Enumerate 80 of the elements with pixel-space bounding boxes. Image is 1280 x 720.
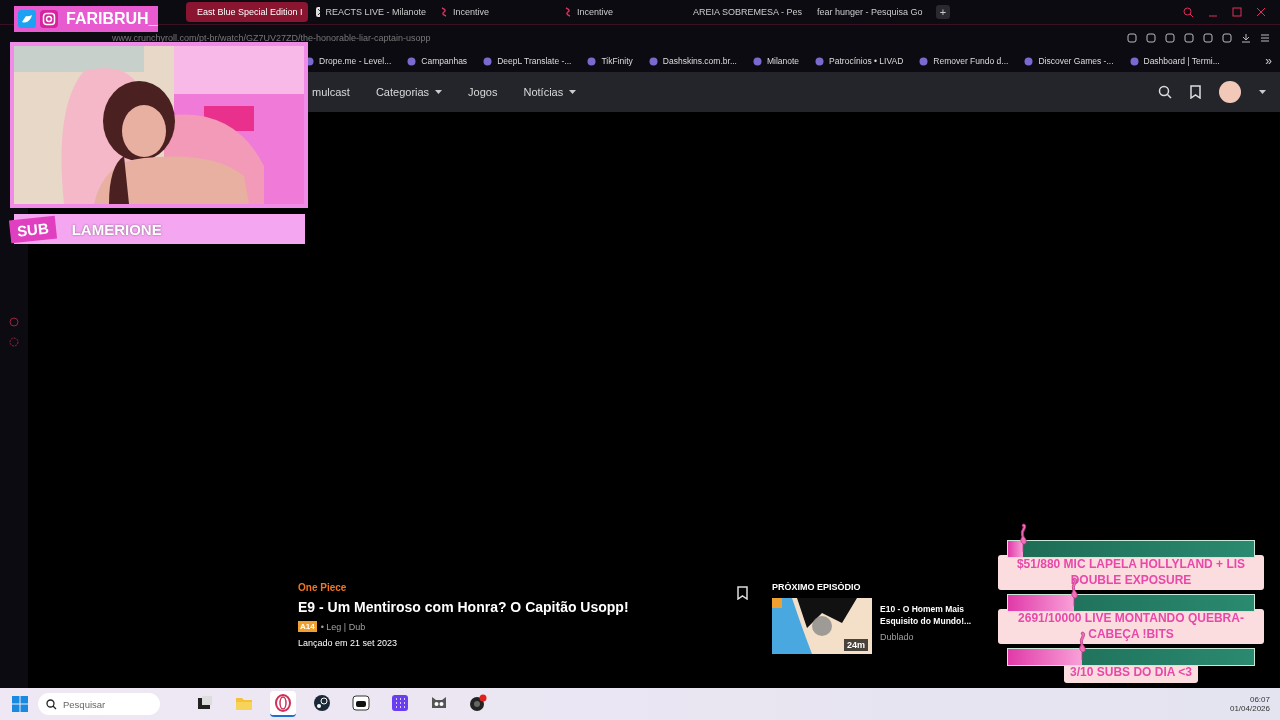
bookmark-icon	[1129, 56, 1139, 66]
bot-icon	[352, 694, 370, 712]
browser-tab[interactable]: REACTS LIVE - Milanote	[310, 2, 432, 22]
toolbar-icon[interactable]	[1184, 32, 1194, 43]
bookmark-link[interactable]: Dashskins.com.br...	[648, 56, 737, 66]
next-episode-heading: PRÓXIMO EPISÓDIO	[772, 582, 862, 592]
caret-icon	[569, 90, 577, 94]
sub-badge: SUB	[8, 215, 57, 243]
audio-info: • Leg | Dub	[320, 621, 366, 632]
search-field[interactable]: Pesquisar	[38, 693, 160, 715]
opera-icon	[274, 694, 292, 712]
twitter-icon	[18, 10, 36, 28]
nav-link[interactable]: mulcast	[312, 86, 350, 98]
toolbar-icon[interactable]	[1127, 32, 1137, 43]
bookmark-link[interactable]: DeepL Translate -...	[483, 56, 572, 66]
toolbar-icon[interactable]	[1203, 32, 1213, 43]
release-date: Lançado em 21 set 2023	[298, 638, 399, 648]
bookmark-icon	[1024, 56, 1034, 66]
browser-tab[interactable]: AREIA SOBREMESA - Pes	[682, 2, 804, 22]
bookmark-link[interactable]: Drope.me - Level...	[305, 56, 392, 66]
duration-label: 24m	[844, 639, 868, 651]
bookmark-link[interactable]: Discover Games -...	[1024, 56, 1114, 66]
subscriber-name: LAMERIONE	[71, 220, 162, 238]
bookmark-link[interactable]: Campanhas	[407, 56, 468, 66]
bookmark-link[interactable]: Milanote	[752, 56, 800, 66]
bookmark-icon	[305, 56, 314, 66]
rating-badge: A14	[298, 621, 317, 632]
episode-thumbnail[interactable]: 24m	[772, 598, 872, 654]
nav-link[interactable]: Notícias	[523, 86, 577, 98]
social-handle: FARIBRUH_	[66, 10, 158, 28]
start-icon[interactable]	[12, 696, 28, 712]
browser-tab[interactable]: East Blue Special Edition I	[186, 2, 308, 22]
instagram-icon	[40, 10, 58, 28]
series-link[interactable]: One Piece	[298, 582, 748, 593]
toolbar-icon[interactable]	[1146, 32, 1156, 43]
toolbar-icon[interactable]	[1165, 32, 1175, 43]
tab-favicon-icon	[440, 7, 448, 17]
bookmark-link[interactable]: Patrocínios • LIVAD	[815, 56, 904, 66]
avatar[interactable]	[1219, 81, 1241, 103]
task-view-icon	[196, 694, 214, 712]
menu-icon[interactable]	[1260, 32, 1270, 43]
tab-favicon-icon	[316, 7, 321, 17]
browser-tab[interactable]: Incentive	[558, 2, 680, 22]
bookmark-icon	[587, 56, 597, 66]
clock-time: 06:07	[1249, 695, 1270, 704]
download-icon[interactable]	[1241, 32, 1251, 43]
close-icon[interactable]	[1256, 6, 1266, 17]
search-icon[interactable]	[1158, 85, 1172, 99]
caret-icon	[435, 90, 443, 94]
caret-icon[interactable]	[1259, 90, 1266, 94]
steam-icon	[313, 694, 331, 712]
tab-favicon-icon	[564, 7, 572, 17]
sidebar-icon[interactable]	[9, 317, 19, 327]
address-field[interactable]: www.crunchyroll.com/pt-br/watch/GZ7UV27ZD/the-honorable-liar-captain-usopp	[112, 32, 431, 43]
more-bookmarks-button[interactable]: »	[1265, 54, 1280, 68]
browser-tab[interactable]: fear hunger - Pesquisa Go	[806, 2, 928, 22]
obs-icon	[469, 694, 487, 712]
maximize-icon[interactable]	[1232, 6, 1242, 17]
dub-label: Dublado	[880, 631, 915, 642]
new-tab-button[interactable]: +	[936, 5, 950, 19]
bookmark-icon	[815, 56, 825, 66]
bookmark-icon	[752, 56, 762, 66]
next-episode-title[interactable]: E10 - O Homem Mais Esquisito do Mundo!...	[880, 604, 980, 628]
episode-title: E9 - Um Mentiroso com Honra? O Capitão Usopp!	[298, 599, 630, 615]
bookmark-icon	[919, 56, 929, 66]
bookmark-link[interactable]: TikFinity	[587, 56, 633, 66]
clock-date: 01/04/2026	[1229, 704, 1270, 713]
toolbar-icon[interactable]	[1222, 32, 1232, 43]
bookmark-icon	[483, 56, 493, 66]
bookmark-icon[interactable]	[1190, 85, 1201, 99]
browser-tab[interactable]: Incentive	[434, 2, 556, 22]
bookmark-link[interactable]: Dashboard | Termi...	[1129, 56, 1220, 66]
nav-link[interactable]: Jogos	[468, 86, 498, 98]
nav-link[interactable]: Categorias	[375, 86, 443, 98]
grid-app-icon	[391, 694, 409, 712]
bookmark-icon	[407, 56, 417, 66]
bookmark-link[interactable]: Remover Fundo d...	[919, 56, 1009, 66]
bookmark-icon	[648, 56, 658, 66]
bookmark-icon[interactable]	[737, 586, 748, 600]
search-icon	[46, 698, 57, 710]
